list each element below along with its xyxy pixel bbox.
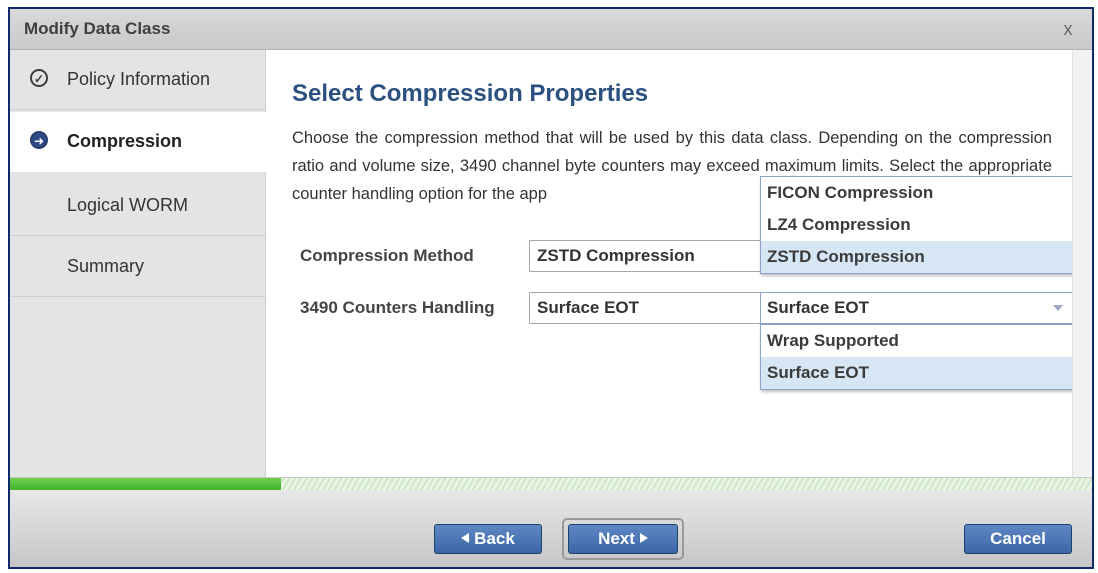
sidebar-item-label: Compression <box>67 131 183 151</box>
modify-data-class-dialog: Modify Data Class x ✓ Policy Information… <box>8 7 1094 569</box>
cancel-button-label: Cancel <box>990 529 1046 548</box>
sidebar-item-label: Policy Information <box>67 69 211 89</box>
dropdown-option[interactable]: LZ4 Compression <box>761 209 1073 241</box>
content-scrollbar[interactable] <box>1072 50 1092 477</box>
dropdown-option[interactable]: FICON Compression <box>761 177 1073 209</box>
counters-handling-field[interactable]: Surface EOT <box>529 292 761 324</box>
dropdown-option[interactable]: Wrap Supported <box>761 325 1073 357</box>
select-value: Surface EOT <box>767 298 870 317</box>
wizard-progress-bar <box>10 477 1092 490</box>
page-title: Select Compression Properties <box>292 80 649 107</box>
compression-method-field[interactable]: ZSTD Compression <box>529 240 761 272</box>
sidebar-item-policy-information[interactable]: ✓ Policy Information <box>10 50 265 110</box>
sidebar-item-compression[interactable]: ➜ Compression <box>10 112 266 172</box>
sidebar-item-logical-worm[interactable]: Logical WORM <box>10 176 265 236</box>
cancel-button[interactable]: Cancel <box>964 524 1072 554</box>
sidebar-item-label: Logical WORM <box>67 195 189 215</box>
arrow-right-circle-icon: ➜ <box>30 131 48 149</box>
counters-handling-dropdown: Wrap Supported Surface EOT <box>760 324 1074 390</box>
counters-handling-label: 3490 Counters Handling <box>300 298 495 317</box>
wizard-sidebar: ✓ Policy Information ➜ Compression Logic… <box>10 50 266 477</box>
close-icon[interactable]: x <box>1056 18 1080 40</box>
next-arrow-icon <box>639 533 648 543</box>
dialog-title: Modify Data Class <box>24 19 171 38</box>
main-content: Select Compression Properties Choose the… <box>266 50 1074 477</box>
back-button-label: Back <box>474 529 515 548</box>
sidebar-item-summary[interactable]: Summary <box>10 237 265 297</box>
progress-fill <box>10 478 281 490</box>
dropdown-option-selected[interactable]: Surface EOT <box>761 357 1073 389</box>
check-circle-icon: ✓ <box>30 69 48 87</box>
counters-handling-select[interactable]: Surface EOT <box>760 292 1074 324</box>
back-arrow-icon <box>461 533 470 543</box>
dropdown-option-selected[interactable]: ZSTD Compression <box>761 241 1073 273</box>
next-button[interactable]: Next <box>568 524 678 554</box>
back-button[interactable]: Back <box>434 524 542 554</box>
dialog-footer: Back Next Cancel <box>10 490 1092 567</box>
compression-method-dropdown: FICON Compression LZ4 Compression ZSTD C… <box>760 176 1074 274</box>
sidebar-item-label: Summary <box>67 256 145 276</box>
next-button-label: Next <box>598 529 635 548</box>
compression-method-label: Compression Method <box>300 246 474 265</box>
chevron-down-icon[interactable] <box>1053 305 1063 311</box>
dialog-titlebar: Modify Data Class x <box>10 9 1092 50</box>
